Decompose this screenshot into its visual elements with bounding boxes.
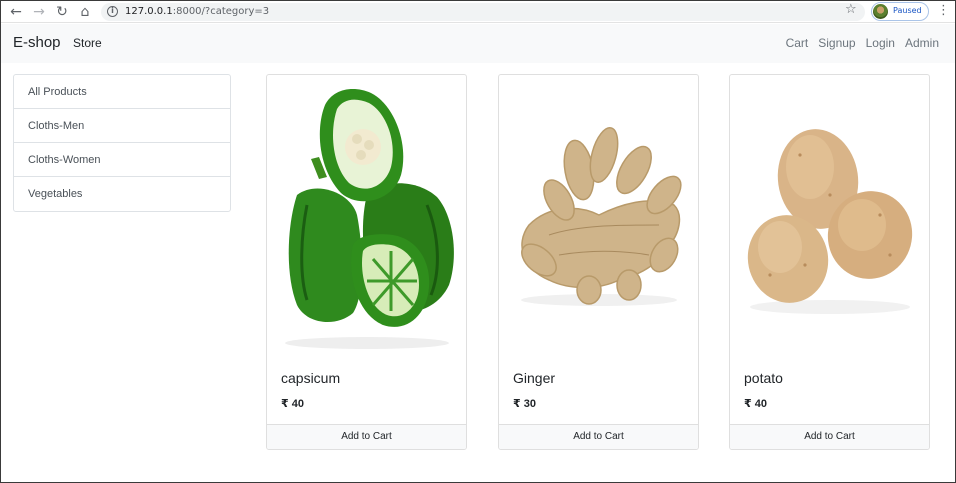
profile-button[interactable]: Paused <box>871 2 929 21</box>
profile-status: Paused <box>893 6 922 15</box>
category-cloths-men[interactable]: Cloths-Men <box>14 109 230 143</box>
brand-link[interactable]: E-shop <box>13 34 61 51</box>
arrow-left-icon[interactable]: ← <box>7 3 25 21</box>
star-icon[interactable]: ☆ <box>845 2 857 17</box>
product-price: ₹ 30 <box>513 398 536 410</box>
address-bar[interactable]: i 127.0.0.1:8000/?category=3 <box>101 3 865 21</box>
potatoes-image <box>747 129 913 314</box>
add-to-cart-button[interactable]: Add to Cart <box>267 424 466 449</box>
category-all-products[interactable]: All Products <box>14 75 230 109</box>
nav-signup-link[interactable]: Signup <box>818 36 855 50</box>
category-vegetables[interactable]: Vegetables <box>14 177 230 211</box>
url-host: 127.0.0.1 <box>125 6 173 17</box>
nav-right-links: Cart Signup Login Admin <box>786 36 939 50</box>
product-card: Ginger ₹ 30 Add to Cart <box>498 74 699 450</box>
nav-admin-link[interactable]: Admin <box>905 36 939 50</box>
browser-toolbar: ← → ↻ ⌂ i 127.0.0.1:8000/?category=3 ☆ P… <box>1 1 955 23</box>
product-name: capsicum <box>281 370 341 386</box>
nav-cart-link[interactable]: Cart <box>786 36 809 50</box>
home-icon[interactable]: ⌂ <box>76 3 94 21</box>
product-price: ₹ 40 <box>281 398 304 410</box>
reload-icon[interactable]: ↻ <box>53 3 71 21</box>
nav-login-link[interactable]: Login <box>866 36 895 50</box>
url-path: :8000/?category=3 <box>172 6 270 17</box>
arrow-right-icon[interactable]: → <box>30 3 48 21</box>
category-cloths-women[interactable]: Cloths-Women <box>14 143 230 177</box>
url-text[interactable]: 127.0.0.1:8000/?category=3 <box>125 6 269 17</box>
screenshot-frame: ← → ↻ ⌂ i 127.0.0.1:8000/?category=3 ☆ P… <box>0 0 956 483</box>
nav-store-link[interactable]: Store <box>73 36 102 50</box>
avatar <box>873 4 888 19</box>
product-card: potato ₹ 40 Add to Cart <box>729 74 930 450</box>
category-list: All Products Cloths-Men Cloths-Women Veg… <box>13 74 231 212</box>
product-name: potato <box>744 370 783 386</box>
product-name: Ginger <box>513 370 556 386</box>
add-to-cart-button[interactable]: Add to Cart <box>730 424 929 449</box>
ginger-root-image <box>521 127 682 306</box>
info-icon[interactable]: i <box>107 6 118 17</box>
product-card: capsicum ₹ 40 Add to Cart <box>266 74 467 450</box>
product-price: ₹ 40 <box>744 398 767 410</box>
green-capsicum-image <box>285 89 454 349</box>
site-navbar: E-shop Store Cart Signup Login Admin <box>1 24 955 63</box>
kebab-menu-icon[interactable]: ⋮ <box>937 3 950 18</box>
add-to-cart-button[interactable]: Add to Cart <box>499 424 698 449</box>
